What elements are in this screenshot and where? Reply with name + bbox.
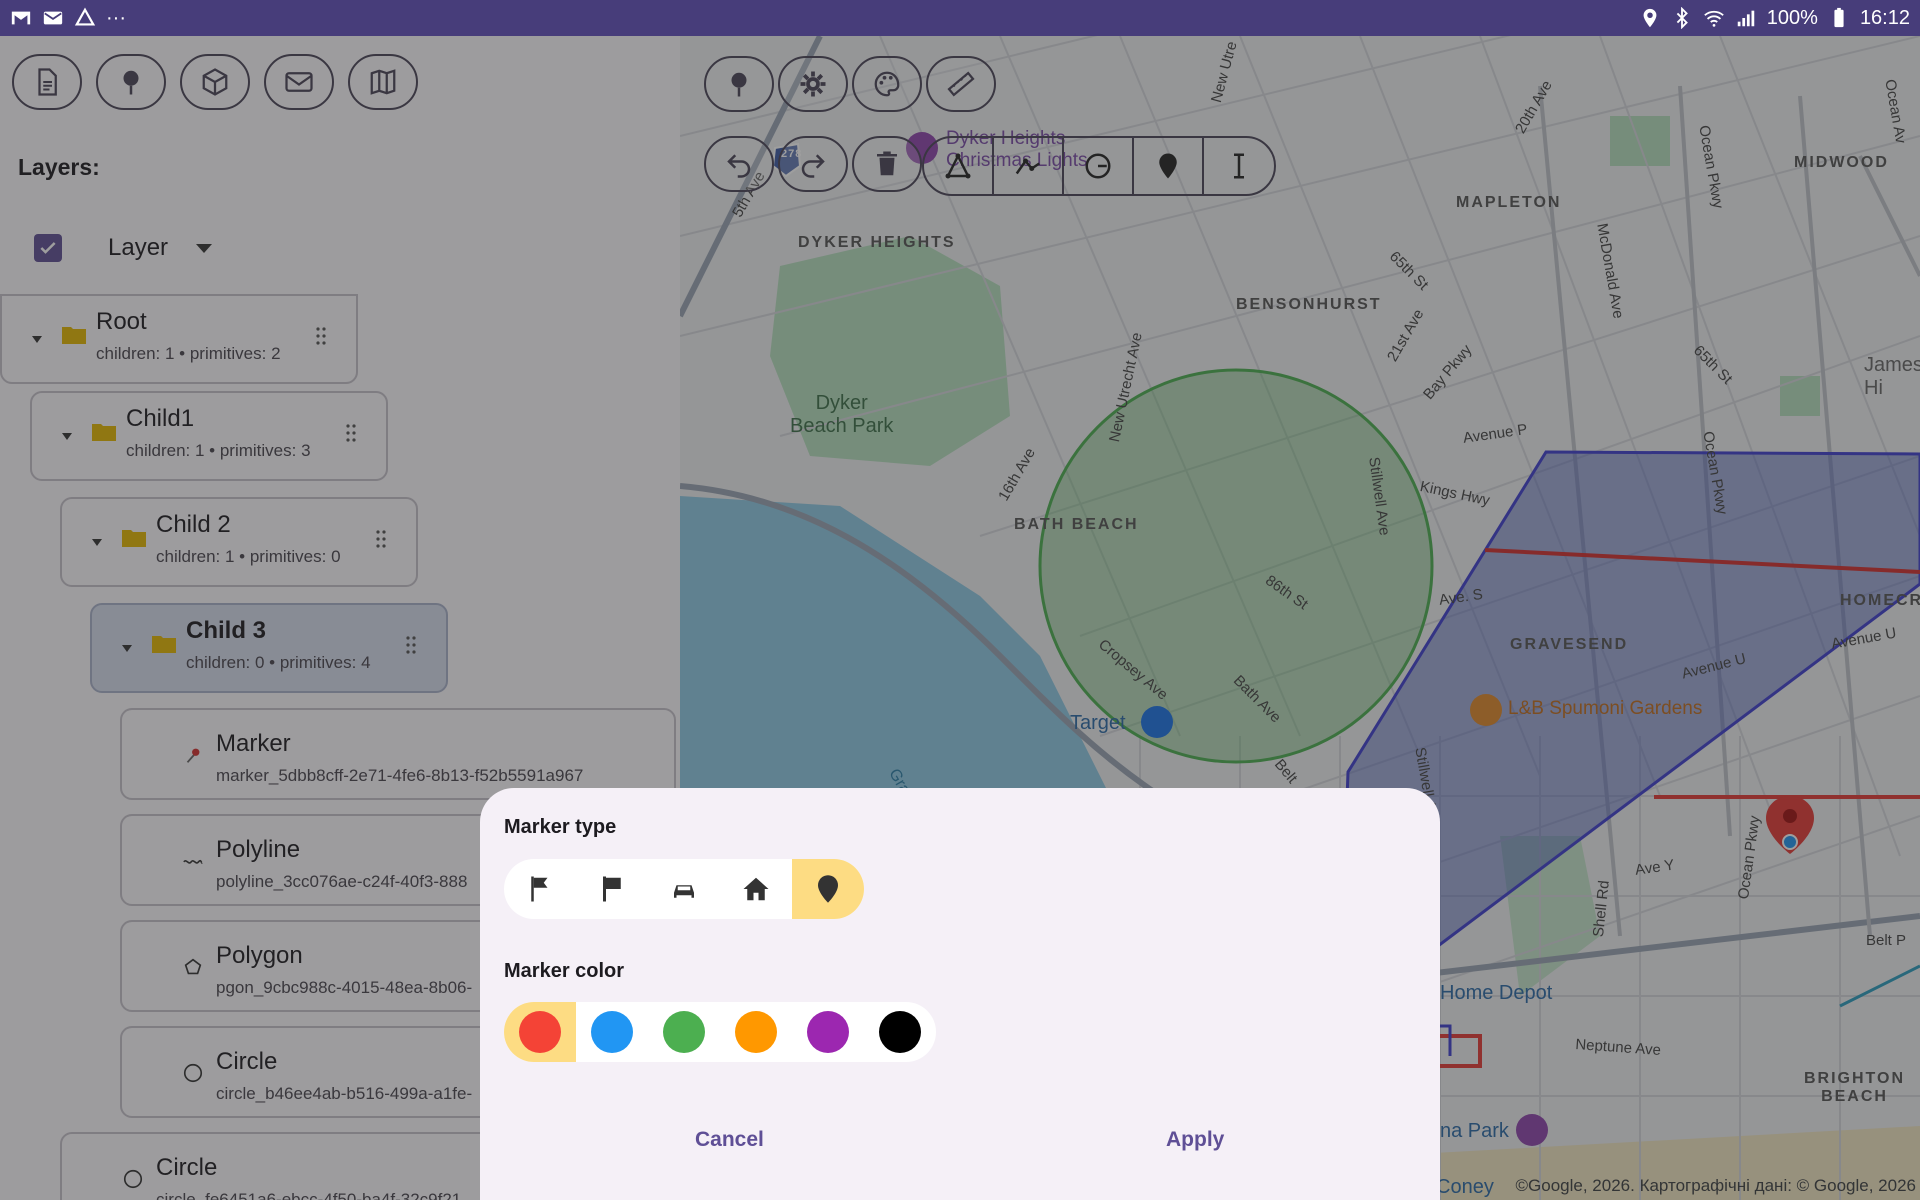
drive-icon [74, 7, 96, 29]
color-option-1[interactable] [576, 1002, 648, 1062]
battery-icon [1828, 7, 1850, 29]
marker-color-selector [504, 1002, 936, 1062]
apply-button[interactable]: Apply [1166, 1128, 1224, 1152]
marker-type-home[interactable] [720, 859, 792, 919]
color-swatch [735, 1011, 777, 1053]
marker-type-selector [504, 859, 864, 919]
bluetooth-icon [1671, 7, 1693, 29]
gmail-icon [10, 7, 32, 29]
color-swatch [591, 1011, 633, 1053]
clock: 16:12 [1859, 6, 1910, 29]
color-swatch [879, 1011, 921, 1053]
marker-type-label: Marker type [504, 816, 617, 838]
status-bar: ··· 100% 16:12 [0, 0, 1920, 36]
marker-style-sheet: Marker type Marker color Cancel Apply [480, 788, 1440, 1200]
marker-type-pin[interactable] [792, 859, 864, 919]
cancel-button[interactable]: Cancel [695, 1128, 764, 1152]
more-notifications-icon: ··· [106, 6, 126, 29]
battery-percent: 100% [1766, 6, 1818, 29]
color-option-5[interactable] [864, 1002, 936, 1062]
signal-icon [1735, 7, 1757, 29]
marker-color-label: Marker color [504, 960, 625, 982]
marker-type-flag-filled[interactable] [576, 859, 648, 919]
flag-icon [531, 876, 548, 902]
map-pin-icon [818, 875, 838, 903]
home-icon [743, 877, 769, 901]
color-swatch [519, 1011, 561, 1053]
mail-icon [42, 7, 64, 29]
marker-type-car[interactable] [648, 859, 720, 919]
flag-filled-icon [603, 876, 621, 902]
wifi-icon [1703, 7, 1725, 29]
color-swatch [807, 1011, 849, 1053]
car-icon [674, 885, 694, 898]
color-option-0[interactable] [504, 1002, 576, 1062]
marker-type-flag-outline[interactable] [504, 859, 576, 919]
color-swatch [663, 1011, 705, 1053]
location-icon [1639, 7, 1661, 29]
color-option-3[interactable] [720, 1002, 792, 1062]
color-option-4[interactable] [792, 1002, 864, 1062]
color-option-2[interactable] [648, 1002, 720, 1062]
